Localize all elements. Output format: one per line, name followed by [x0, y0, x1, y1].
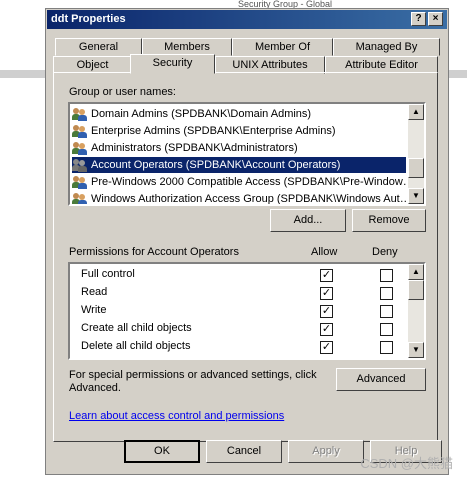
permission-row: Full control ✓ — [72, 266, 406, 284]
allow-checkbox[interactable]: ✓ — [320, 287, 333, 300]
scroll-up-arrow-icon[interactable]: ▲ — [408, 264, 424, 280]
group-icon — [72, 124, 88, 139]
deny-checkbox[interactable] — [380, 341, 393, 354]
group-item[interactable]: Administrators (SPDBANK\Administrators) — [72, 140, 406, 156]
group-icon — [72, 192, 88, 204]
deny-checkbox[interactable] — [380, 323, 393, 336]
ok-button[interactable]: OK — [124, 440, 200, 463]
deny-checkbox[interactable] — [380, 287, 393, 300]
groups-label: Group or user names: — [69, 86, 176, 98]
apply-button[interactable]: Apply — [288, 440, 364, 463]
window-title: ddt Properties — [51, 13, 126, 25]
groups-scrollbar[interactable]: ▲ ▼ — [408, 104, 424, 204]
cancel-button[interactable]: Cancel — [206, 440, 282, 463]
permission-row: Write ✓ — [72, 302, 406, 320]
group-icon — [72, 107, 88, 122]
tab-managed-by[interactable]: Managed By — [333, 38, 440, 56]
title-bar: ddt Properties ? × — [47, 10, 447, 29]
tab-general[interactable]: General — [55, 38, 142, 56]
permission-name: Write — [81, 304, 107, 316]
permission-row: Read ✓ — [72, 284, 406, 302]
deny-checkbox[interactable] — [380, 269, 393, 282]
scroll-down-arrow-icon[interactable]: ▼ — [408, 188, 424, 204]
groups-listbox[interactable]: Domain Admins (SPDBANK\Domain Admins) En… — [68, 102, 426, 206]
permissions-scrollbar[interactable]: ▲ ▼ — [408, 264, 424, 358]
allow-checkbox[interactable]: ✓ — [320, 323, 333, 336]
learn-link[interactable]: Learn about access control and permissio… — [69, 410, 284, 422]
help-title-button[interactable]: ? — [411, 12, 426, 26]
add-button[interactable]: Add... — [270, 209, 346, 232]
remove-button[interactable]: Remove — [352, 209, 426, 232]
scroll-thumb[interactable] — [408, 280, 424, 300]
group-icon — [72, 175, 88, 190]
permission-row: Create all child objects ✓ — [72, 320, 406, 338]
permissions-listbox[interactable]: Full control ✓ Read ✓ Write ✓ Create all… — [68, 262, 426, 360]
permission-name: Delete all child objects — [81, 340, 191, 352]
advanced-button[interactable]: Advanced — [336, 368, 426, 391]
special-permissions-text: For special permissions or advanced sett… — [69, 369, 317, 394]
allow-checkbox[interactable]: ✓ — [320, 341, 333, 354]
security-tab-page: Group or user names: Domain Admins (SPDB… — [53, 72, 438, 442]
tab-member-of[interactable]: Member Of — [232, 38, 333, 56]
watermark: CSDN @大熊猫 — [360, 456, 453, 471]
allow-checkbox[interactable]: ✓ — [320, 269, 333, 282]
properties-dialog: ddt Properties ? × General Members Membe… — [45, 8, 449, 475]
permissions-label: Permissions for Account Operators — [69, 246, 239, 258]
group-item[interactable]: Pre-Windows 2000 Compatible Access (SPDB… — [72, 174, 406, 190]
allow-header: Allow — [311, 246, 338, 258]
group-icon — [72, 158, 88, 173]
close-title-button[interactable]: × — [428, 12, 443, 26]
group-item-selected[interactable]: Account Operators (SPDBANK\Account Opera… — [72, 157, 406, 173]
group-item[interactable]: Windows Authorization Access Group (SPDB… — [72, 191, 406, 204]
group-icon — [72, 141, 88, 156]
permission-name: Read — [81, 286, 108, 298]
allow-checkbox[interactable]: ✓ — [320, 305, 333, 318]
permission-row: Delete all child objects ✓ — [72, 338, 406, 356]
scroll-down-arrow-icon[interactable]: ▼ — [408, 342, 424, 358]
permission-name: Full control — [81, 268, 135, 280]
background-text: Security Group - Global — [238, 0, 333, 8]
tab-security[interactable]: Security — [130, 54, 215, 74]
scroll-thumb[interactable] — [408, 158, 424, 178]
permission-name: Create all child objects — [81, 322, 192, 334]
deny-checkbox[interactable] — [380, 305, 393, 318]
scroll-up-arrow-icon[interactable]: ▲ — [408, 104, 424, 120]
deny-header: Deny — [372, 246, 398, 258]
group-item[interactable]: Domain Admins (SPDBANK\Domain Admins) — [72, 106, 406, 122]
group-item[interactable]: Enterprise Admins (SPDBANK\Enterprise Ad… — [72, 123, 406, 139]
